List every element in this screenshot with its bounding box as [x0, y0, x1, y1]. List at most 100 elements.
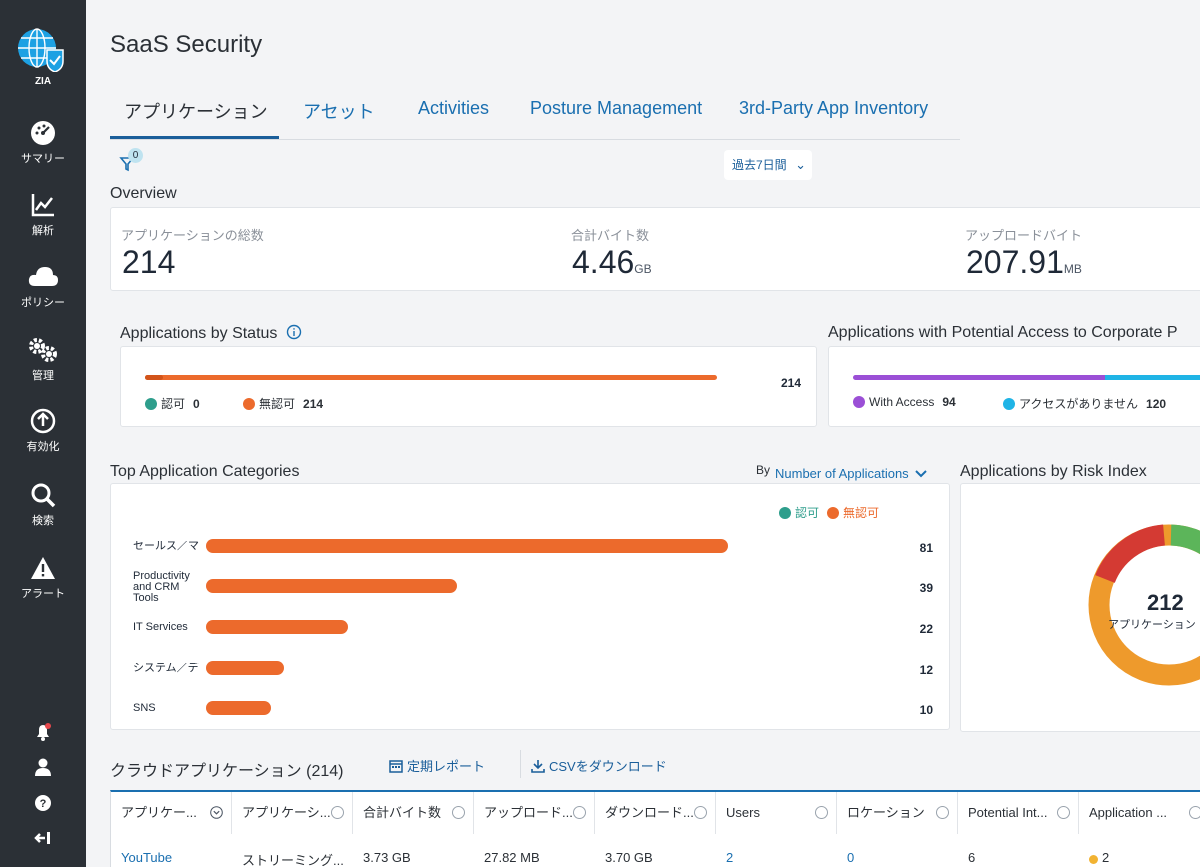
logout-icon[interactable] [33, 828, 53, 848]
user-icon[interactable] [33, 757, 53, 777]
risk-title: Applications by Risk Index [960, 463, 1147, 480]
calendar-icon [389, 760, 403, 773]
search-icon [31, 483, 56, 508]
legend-without-access: アクセスがありません 120 [1003, 395, 1166, 412]
nav-summary-label: サマリー [21, 153, 65, 165]
chevron-down-icon [915, 470, 928, 478]
categories-card: 認可 無認可 セールス／マ 81 Productivity and CRM To… [110, 483, 950, 730]
sort-icon [573, 806, 586, 819]
download-csv-button[interactable]: CSVをダウンロード [531, 756, 667, 775]
analytics-icon [31, 194, 54, 217]
kpi-upload-bytes-label: アップロードバイト [965, 228, 1083, 243]
sort-icon [936, 806, 949, 819]
category-value: 81 [919, 541, 933, 555]
nav-search[interactable]: 検索 [0, 482, 86, 528]
zia-logo-icon[interactable] [17, 28, 65, 72]
column-header[interactable]: Potential Int... [958, 792, 1079, 834]
toolbar-divider [520, 750, 521, 778]
tab-bar: アプリケーション アセット Activities Posture Managem… [110, 90, 960, 140]
cloud-apps-title: クラウドアプリケーション (214) [110, 763, 344, 780]
notification-bell-icon[interactable] [33, 722, 53, 742]
category-bar[interactable] [206, 539, 728, 553]
filter-count-badge: 0 [128, 148, 143, 163]
nav-activation-label: 有効化 [26, 441, 60, 453]
kpi-total-apps-label: アプリケーションの総数 [121, 228, 264, 243]
timeframe-dropdown[interactable]: 過去7日間 ⌄ [724, 150, 812, 180]
timeframe-value: 過去7日間 [732, 158, 787, 172]
legend-unsanctioned: 無認可 214 [243, 395, 323, 412]
categories-by-label: By [756, 463, 771, 477]
category-bar[interactable] [206, 620, 348, 634]
nav-alerts[interactable]: アラート [0, 555, 86, 601]
categories-legend-sanctioned: 認可 [779, 504, 819, 521]
category-value: 10 [919, 703, 933, 717]
risk-card: 212 アプリケーション [960, 483, 1200, 732]
category-label: Productivity and CRM Tools [133, 571, 190, 604]
upload-icon [30, 408, 56, 434]
legend-sanctioned: 認可 0 [145, 395, 200, 412]
kpi-total-bytes-unit: GB [634, 262, 652, 276]
info-icon[interactable] [286, 324, 302, 340]
risk-center-label: アプリケーション [1108, 619, 1196, 631]
chevron-down-icon: ⌄ [795, 157, 806, 172]
sort-icon [331, 806, 344, 819]
warning-icon [31, 557, 55, 579]
category-bar[interactable] [206, 579, 457, 593]
category-value: 39 [919, 581, 933, 595]
category-label: IT Services [133, 622, 188, 633]
status-total: 214 [780, 376, 801, 390]
nav-analytics-label: 解析 [32, 225, 54, 237]
overview-title: Overview [110, 185, 177, 202]
chevron-down-icon [210, 806, 223, 819]
categories-metric-dropdown[interactable]: Number of Applications [775, 466, 928, 481]
category-bar[interactable] [206, 661, 284, 675]
nav-summary[interactable]: サマリー [0, 120, 86, 166]
upload-bytes-cell: 27.82 MB [484, 850, 540, 865]
download-icon [531, 760, 545, 773]
total-bytes-cell: 3.73 GB [363, 850, 411, 865]
users-cell[interactable]: 2 [726, 850, 733, 865]
locations-cell[interactable]: 0 [847, 850, 854, 865]
tab-3rd-party-app-inventory[interactable]: 3rd-Party App Inventory [739, 98, 928, 119]
page-title: SaaS Security [110, 31, 263, 58]
column-header[interactable]: アップロード... [474, 792, 595, 834]
cloud-icon [28, 267, 58, 286]
nav-administration[interactable]: 管理 [0, 337, 86, 383]
nav-policy[interactable]: ポリシー [0, 264, 86, 310]
potential-integrations-cell: 6 [968, 850, 976, 865]
sort-icon [452, 806, 465, 819]
download-bytes-cell: 3.70 GB [605, 850, 653, 865]
categories-title: Top Application Categories [110, 463, 300, 480]
nav-activation[interactable]: 有効化 [0, 408, 86, 454]
kpi-upload-bytes-value: 207.91MB [966, 244, 1082, 280]
nav-analytics[interactable]: 解析 [0, 192, 86, 238]
category-bar[interactable] [206, 701, 271, 715]
sort-icon [1057, 806, 1070, 819]
column-header[interactable]: 合計バイト数 [353, 792, 474, 834]
kpi-total-bytes-value: 4.46GB [572, 244, 652, 280]
schedule-report-button[interactable]: 定期レポート [389, 756, 485, 775]
column-header[interactable]: アプリケーシ... [232, 792, 353, 834]
column-header[interactable]: Application ... [1079, 792, 1200, 834]
app-name-cell[interactable]: YouTube [121, 850, 172, 865]
column-header[interactable]: ロケーション [837, 792, 958, 834]
gears-icon [29, 338, 57, 362]
tab-activities[interactable]: Activities [418, 98, 489, 119]
cloud-apps-table: アプリケー... アプリケーシ... 合計バイト数 アップロード... ダウンロ… [110, 790, 1200, 867]
legend-with-access: With Access 94 [853, 395, 956, 409]
column-header[interactable]: アプリケー... [111, 792, 232, 834]
category-value: 12 [919, 663, 933, 677]
active-tab-indicator [110, 136, 279, 139]
sort-icon [694, 806, 707, 819]
tab-posture-management[interactable]: Posture Management [530, 98, 702, 119]
kpi-upload-bytes-unit: MB [1063, 262, 1082, 276]
tab-applications[interactable]: アプリケーション [124, 98, 268, 124]
tab-assets[interactable]: アセット [303, 98, 375, 124]
logo-label: ZIA [34, 76, 52, 87]
column-header[interactable]: Users [716, 792, 837, 834]
column-header[interactable]: ダウンロード... [595, 792, 716, 834]
help-icon[interactable]: ? [33, 793, 53, 813]
nav-administration-label: 管理 [32, 370, 54, 382]
status-unsanctioned-bar [145, 375, 717, 380]
svg-text:?: ? [40, 798, 47, 810]
